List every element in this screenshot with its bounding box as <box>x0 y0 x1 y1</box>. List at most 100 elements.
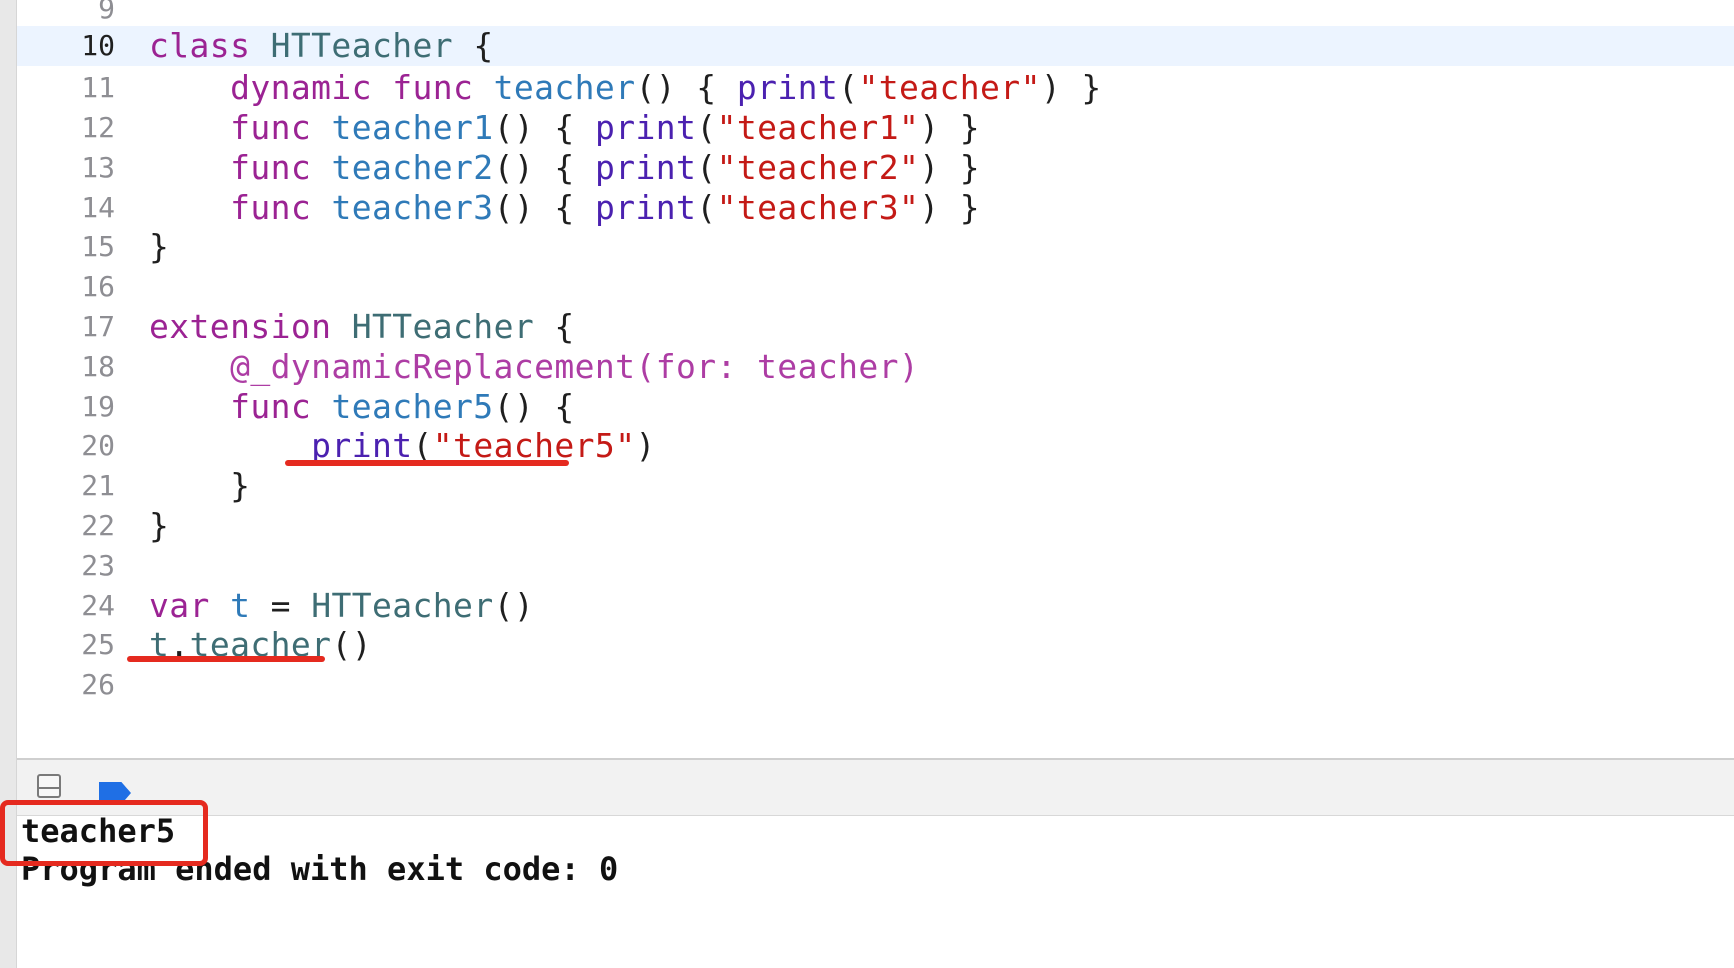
code-token: = <box>250 585 312 625</box>
console-toggle-icon[interactable] <box>37 774 61 798</box>
code-token: () <box>331 625 372 665</box>
code-token: { <box>534 306 575 346</box>
code-line[interactable]: 16 <box>17 265 1734 309</box>
code-text: func teacher1() { print("teacher1") } <box>149 108 980 147</box>
code-line[interactable]: 17 extension HTTeacher { <box>17 304 1734 348</box>
code-line[interactable]: 13 func teacher2() { print("teacher2") } <box>17 145 1734 189</box>
code-token: ) } <box>919 147 981 187</box>
code-token: ) } <box>1040 68 1102 108</box>
code-token: ( <box>838 68 859 108</box>
code-line[interactable]: 20 print("teacher5") <box>17 424 1734 468</box>
code-text: dynamic func teacher() { print("teacher"… <box>149 68 1102 107</box>
code-line[interactable]: 23 <box>17 543 1734 587</box>
code-token: func <box>230 147 312 187</box>
code-editor[interactable]: 9 10 class HTTeacher {11 dynamic func teac… <box>17 0 1734 758</box>
code-line[interactable]: 10 class HTTeacher { <box>17 25 1734 66</box>
code-text: } <box>149 506 169 545</box>
line-number: 25 <box>81 628 115 662</box>
code-token: ( <box>696 107 717 147</box>
line-number: 21 <box>81 469 115 503</box>
code-token: HTTeacher <box>270 26 454 66</box>
code-token: "teacher1" <box>716 107 920 147</box>
debug-console[interactable]: teacher5 Program ended with exit code: 0 <box>17 812 1734 968</box>
code-token: class <box>149 26 251 66</box>
code-line[interactable]: 22} <box>17 503 1734 547</box>
code-token: } <box>149 505 170 545</box>
code-line[interactable]: 19 func teacher5() { <box>17 384 1734 428</box>
code-text: } <box>149 227 169 266</box>
line-number: 17 <box>81 309 115 343</box>
code-token: teacher <box>493 68 636 108</box>
annotation-box-output <box>0 800 208 866</box>
line-number: 24 <box>81 588 115 622</box>
code-token: () { <box>635 68 737 108</box>
code-token: () <box>493 585 535 625</box>
code-token: "teacher" <box>858 68 1041 108</box>
code-token: extension <box>149 306 332 346</box>
code-token: } <box>149 227 170 267</box>
code-line[interactable]: 14 func teacher3() { print("teacher3") } <box>17 185 1734 229</box>
code-text: func teacher5() { <box>149 387 575 426</box>
code-token: } <box>149 466 251 506</box>
code-text: @_dynamicReplacement(for: teacher) <box>149 347 919 386</box>
code-line[interactable]: 11 dynamic func teacher() { print("teach… <box>17 66 1734 110</box>
code-text: } <box>149 466 250 505</box>
code-token: "teacher2" <box>716 147 920 187</box>
code-line[interactable]: 24 var t = HTTeacher() <box>17 583 1734 627</box>
code-token: @_dynamicReplacement(for: teacher) <box>230 346 920 386</box>
line-number: 14 <box>81 190 115 224</box>
line-number: 26 <box>81 668 115 702</box>
code-token: HTTeacher <box>351 306 535 346</box>
line-number: 9 <box>98 0 115 25</box>
code-token: func <box>230 107 312 147</box>
code-line[interactable]: 18 @_dynamicReplacement(for: teacher) <box>17 344 1734 388</box>
line-number: 10 <box>81 29 115 63</box>
code-text: func teacher2() { print("teacher2") } <box>149 148 980 187</box>
code-token: () { <box>493 147 595 187</box>
code-token: { <box>453 26 494 66</box>
line-number: 19 <box>81 389 115 423</box>
code-text: extension HTTeacher { <box>149 307 575 346</box>
code-token: teacher2 <box>331 147 494 187</box>
code-token: func <box>392 68 474 108</box>
code-token: HTTeacher <box>311 585 494 625</box>
line-number: 22 <box>81 508 115 542</box>
code-token: func <box>230 187 312 227</box>
annotation-underline-call <box>127 656 325 662</box>
code-token: () { <box>493 386 575 426</box>
debug-bar <box>17 758 1734 816</box>
code-token: ( <box>696 147 717 187</box>
code-line[interactable]: 26 <box>17 663 1734 707</box>
code-token: "teacher3" <box>716 187 920 227</box>
code-token: teacher3 <box>331 187 494 227</box>
line-number: 12 <box>81 110 115 144</box>
code-token: teacher5 <box>331 386 494 426</box>
code-token: dynamic <box>230 68 372 108</box>
code-text: func teacher3() { print("teacher3") } <box>149 188 980 227</box>
line-number: 18 <box>81 349 115 383</box>
code-token: ) <box>635 426 656 466</box>
code-line[interactable]: 15} <box>17 225 1734 269</box>
code-line[interactable]: 12 func teacher1() { print("teacher1") } <box>17 105 1734 149</box>
line-number: 16 <box>81 270 115 304</box>
code-text: class HTTeacher { <box>149 26 494 65</box>
line-number: 15 <box>81 230 115 264</box>
code-text: var t = HTTeacher() <box>149 586 534 625</box>
code-line[interactable]: 21 } <box>17 464 1734 508</box>
code-token: print <box>736 68 839 108</box>
code-token: ( <box>696 187 717 227</box>
code-token: print <box>594 107 697 147</box>
